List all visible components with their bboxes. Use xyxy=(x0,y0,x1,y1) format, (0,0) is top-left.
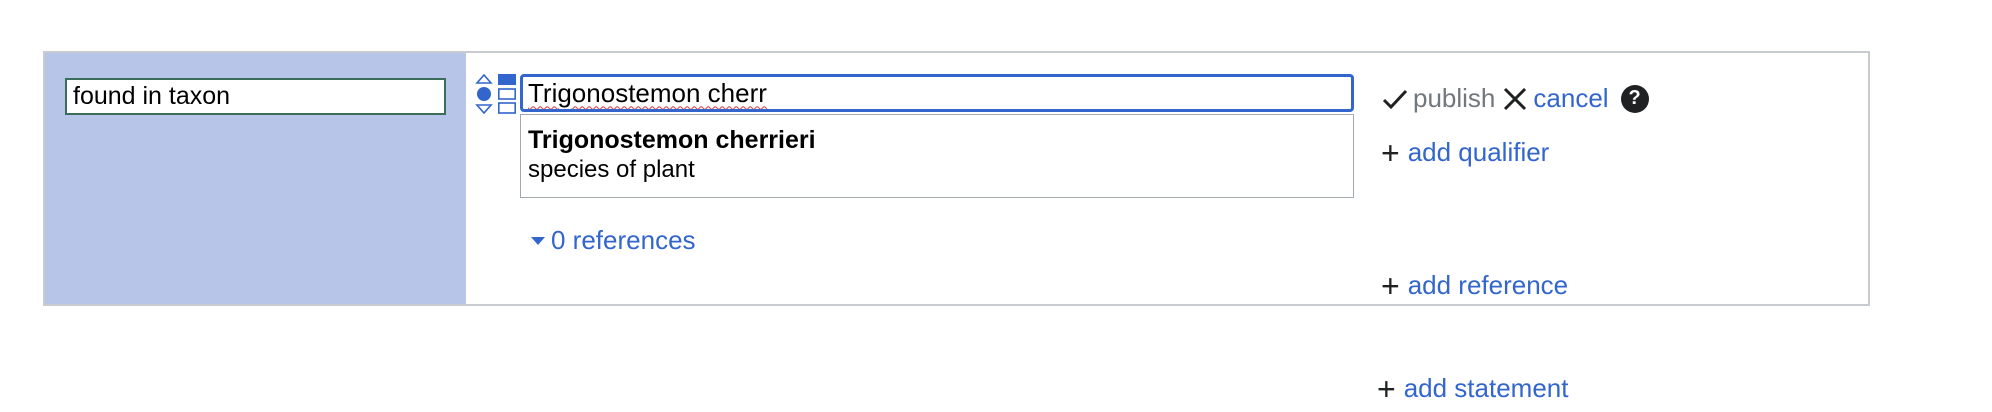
references-toggle[interactable]: 0 references xyxy=(531,225,696,256)
suggestion-dropdown: Trigonostemon cherrieri species of plant xyxy=(520,114,1354,198)
add-statement-label: add statement xyxy=(1403,373,1569,403)
plus-icon: + xyxy=(1377,370,1396,407)
cancel-label: cancel xyxy=(1533,83,1609,113)
add-reference-label: add reference xyxy=(1407,270,1569,300)
references-label: 0 references xyxy=(551,225,696,255)
cancel-button[interactable]: cancel xyxy=(1501,83,1620,114)
add-qualifier-label: add qualifier xyxy=(1407,137,1550,167)
add-reference-button[interactable]: + add reference xyxy=(1381,267,1569,304)
edit-toolbar: publish cancel ? xyxy=(1381,83,1649,114)
property-column xyxy=(45,53,466,304)
publish-button[interactable]: publish xyxy=(1381,83,1501,114)
help-icon[interactable]: ? xyxy=(1620,84,1649,113)
triangle-down-icon xyxy=(531,236,545,245)
snak-type-selector-icon[interactable] xyxy=(496,71,518,117)
add-qualifier-button[interactable]: + add qualifier xyxy=(1381,134,1550,171)
checkmark-icon xyxy=(1382,89,1408,109)
suggestion-label: Trigonostemon cherrieri xyxy=(528,126,816,154)
close-icon xyxy=(1504,87,1527,110)
value-input[interactable] xyxy=(520,74,1354,112)
property-input[interactable] xyxy=(65,78,446,115)
suggestion-item[interactable]: Trigonostemon cherrieri species of plant xyxy=(521,115,1353,197)
stage: Trigonostemon cherrieri species of plant… xyxy=(0,0,1992,412)
statement-group: Trigonostemon cherrieri species of plant… xyxy=(43,51,1870,306)
suggestion-description: species of plant xyxy=(528,156,695,183)
rank-selector-icon[interactable] xyxy=(473,71,495,117)
add-statement-button[interactable]: + add statement xyxy=(1377,370,1569,407)
plus-icon: + xyxy=(1381,134,1400,171)
plus-icon: + xyxy=(1381,267,1400,304)
publish-label: publish xyxy=(1413,83,1496,113)
